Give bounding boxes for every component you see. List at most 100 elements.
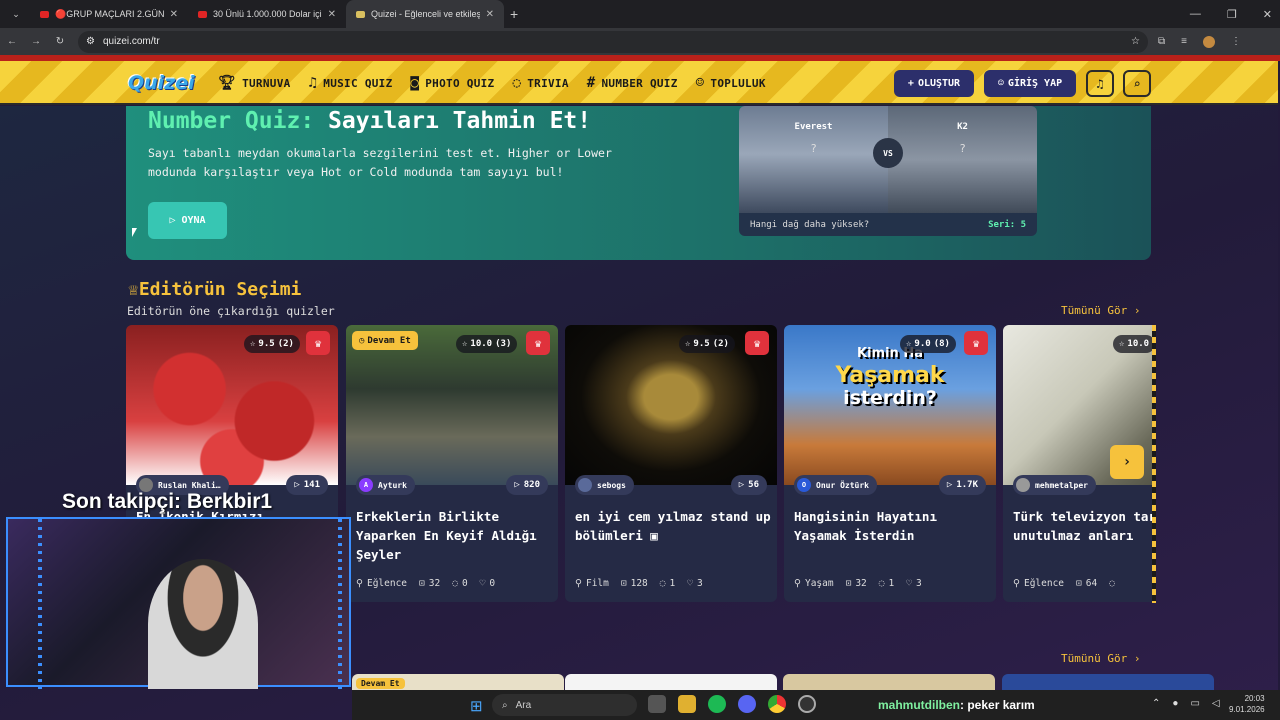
obs-icon[interactable] — [798, 695, 816, 713]
rating-value: 9.5 — [693, 339, 710, 349]
more-menu-icon[interactable]: ⋮ — [1231, 36, 1241, 47]
user-icon: ☺ — [997, 78, 1004, 89]
bookmark-star-icon[interactable]: ☆ — [1131, 36, 1140, 47]
comment-count-value: 1 — [669, 578, 676, 589]
site-logo[interactable]: Quizei — [128, 72, 195, 94]
chevron-up-icon[interactable]: ⌃ — [1152, 698, 1160, 709]
author-chip[interactable]: O Onur Öztürk — [794, 475, 877, 495]
close-icon[interactable]: ✕ — [170, 9, 178, 20]
volume-icon[interactable]: ◁ — [1212, 698, 1220, 709]
close-window-icon[interactable]: ✕ — [1263, 8, 1272, 21]
chrome-icon[interactable] — [768, 695, 786, 713]
hero-title-rest: Sayıları Tahmin Et! — [328, 108, 592, 134]
windows-start-icon[interactable]: ⊞ — [470, 697, 483, 715]
nav-item-music-quiz[interactable]: ♫ MUSIC QUIZ — [309, 75, 393, 91]
play-button[interactable]: ▷ OYNA — [148, 202, 227, 239]
discord-icon[interactable] — [738, 695, 756, 713]
new-tab-button[interactable]: + — [510, 6, 518, 22]
hash-icon: # — [586, 75, 596, 91]
question-count: ⊡ 32 — [419, 578, 440, 589]
category-label: Film — [585, 578, 609, 589]
system-clock[interactable]: 20:03 9.01.2026 — [1229, 693, 1265, 715]
reading-list-icon[interactable]: ≡ — [1181, 36, 1187, 47]
thumbnail-caption: Yaşamak — [835, 363, 945, 388]
nav-item-topluluk[interactable]: ☺ TOPLULUK — [696, 75, 766, 91]
login-button[interactable]: ☺ GİRİŞ YAP — [984, 70, 1076, 97]
login-label: GİRİŞ YAP — [1007, 78, 1063, 89]
crown-icon: ♛ — [745, 331, 769, 355]
quiz-card[interactable]: ◷ Devam Et ☆ 10.0 (3) ♛ A Ayturk ▷ 820 Erkekl… — [346, 325, 558, 602]
author-chip[interactable]: sebogs — [575, 475, 634, 495]
see-all-link[interactable]: Tümünü Gör › — [1061, 304, 1140, 317]
taskbar-search[interactable]: ⌕ Ara — [492, 694, 637, 716]
category-label: Eğlence — [1023, 578, 1065, 589]
star-icon: ☆ — [462, 339, 468, 349]
rating-value: 9.0 — [914, 339, 931, 349]
nav-item-trivia[interactable]: ◌ TRIVIA — [512, 75, 568, 91]
comment-count-value: 1 — [888, 578, 895, 589]
minimize-icon[interactable]: — — [1190, 8, 1201, 20]
mouse-cursor — [132, 228, 137, 237]
microphone-icon[interactable]: ● — [1172, 698, 1178, 709]
nav-item-photo-quiz[interactable]: ◙ PHOTO QUIZ — [411, 75, 495, 91]
profile-avatar[interactable] — [1202, 35, 1215, 48]
avatar — [578, 478, 592, 492]
tab-title: 🔴GRUP MAÇLARI 2.GÜN l Go — [55, 8, 164, 19]
category: ⚲ Eğlence — [356, 578, 407, 589]
chevron-right-icon: › — [1133, 652, 1141, 665]
search-button[interactable]: ⌕ — [1123, 70, 1151, 97]
create-button[interactable]: + OLUŞTUR — [894, 70, 974, 97]
spotify-icon[interactable] — [708, 695, 726, 713]
windows-taskbar: ⊞ ⌕ Ara mahmutdilben: peker karım ⌃ ● ▭ ◁… — [352, 690, 1280, 720]
tag-icon: ⚲ — [1013, 578, 1020, 589]
author-chip[interactable]: mehmetalper — [1013, 475, 1096, 495]
nav-item-turnuva[interactable]: 🏆︎ TURNUVA — [218, 75, 291, 91]
site-info-icon[interactable]: ⚙ — [86, 36, 95, 47]
forward-icon[interactable]: → — [24, 36, 48, 47]
play-label: OYNA — [181, 215, 206, 226]
rating-value: 9.5 — [258, 339, 275, 349]
section-title-text: Editörün Seçimi — [138, 279, 302, 300]
youtube-icon — [198, 10, 207, 18]
url-field[interactable]: ⚙ quizei.com/tr ☆ — [78, 30, 1148, 53]
see-all-label: Tümünü Gör — [1061, 304, 1128, 317]
mountain-name-right: K2 — [957, 122, 968, 132]
quiz-card[interactable]: ☆ 9.5 (2) ♛ sebogs ▷ 56 en iyi cem yılmaz s… — [565, 325, 777, 602]
reload-icon[interactable]: ↻ — [48, 36, 72, 47]
play-icon: ▷ — [738, 480, 745, 490]
tab-search-icon[interactable]: ⌄ — [6, 4, 26, 24]
task-view-icon[interactable] — [648, 695, 666, 713]
chat-icon: ◌ — [512, 75, 522, 91]
close-icon[interactable]: ✕ — [328, 9, 336, 20]
nav-item-number-quiz[interactable]: # NUMBER QUIZ — [587, 75, 678, 91]
chat-text: : peker karım — [960, 698, 1035, 712]
restore-icon[interactable]: ❐ — [1227, 8, 1237, 21]
comment-icon: ◌ — [452, 578, 458, 589]
browser-tab[interactable]: 🔴GRUP MAÇLARI 2.GÜN l Go ✕ — [30, 0, 188, 28]
mountain-image-right: K2 ? — [888, 106, 1037, 213]
close-icon[interactable]: ✕ — [486, 9, 494, 20]
question-count: ⊡ 32 — [846, 578, 867, 589]
url-text: quizei.com/tr — [102, 36, 160, 47]
youtube-icon — [40, 10, 49, 18]
trophy-icon: 🏆︎ — [218, 75, 237, 91]
file-explorer-icon[interactable] — [678, 695, 696, 713]
network-icon[interactable]: ▭ — [1190, 698, 1199, 709]
category-label: Eğlence — [366, 578, 408, 589]
continue-badge[interactable]: ◷ Devam Et — [352, 331, 418, 350]
browser-tab-bar: ⌄ 🔴GRUP MAÇLARI 2.GÜN l Go ✕ 30 Ünlü 1.0… — [0, 0, 1280, 28]
back-icon[interactable]: ← — [0, 36, 24, 47]
hero-preview-card: Everest ? K2 ? VS Hangi dağ daha yüksek?… — [739, 106, 1037, 236]
heart-icon: ♡ — [906, 578, 912, 589]
author-chip[interactable]: A Ayturk — [356, 475, 415, 495]
quiz-card[interactable]: Kimin Ha Yaşamak isterdin? ☆ 9.0 (8) ♛ O On… — [784, 325, 996, 602]
plays-count: 141 — [303, 480, 320, 490]
browser-tab[interactable]: 30 Ünlü 1.000.000 Dolar için Ya ✕ — [188, 0, 346, 28]
carousel-next-button[interactable]: › — [1110, 445, 1144, 479]
browser-tab-active[interactable]: Quizei - Eğlenceli ve etkileşimli ✕ — [346, 0, 504, 28]
extensions-icon[interactable]: ⧉ — [1158, 36, 1165, 47]
tab-title: 30 Ünlü 1.000.000 Dolar için Ya — [213, 9, 322, 19]
see-all-link[interactable]: Tümünü Gör › — [1061, 652, 1140, 665]
notifications-button[interactable]: ♫ — [1086, 70, 1114, 97]
continue-badge[interactable]: Devam Et — [356, 678, 405, 689]
